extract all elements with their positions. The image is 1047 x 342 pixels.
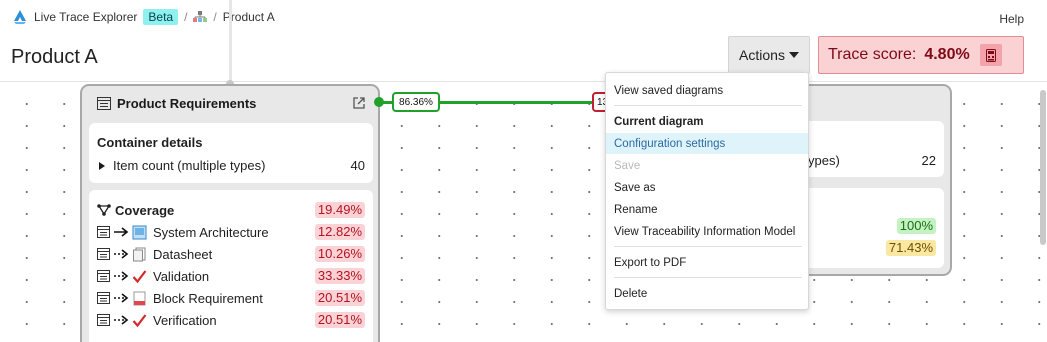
menu-item-configuration-settings[interactable]: Configuration settings bbox=[606, 133, 808, 154]
coverage-row-value: 100% bbox=[896, 218, 936, 234]
actions-menu: View saved diagrams Current diagram Conf… bbox=[605, 72, 809, 310]
caret-down-icon bbox=[788, 52, 799, 58]
top-bar: Live Trace Explorer Beta / / Product A H… bbox=[0, 0, 1047, 36]
help-link[interactable]: Help bbox=[999, 12, 1024, 26]
actions-button[interactable]: Actions bbox=[728, 36, 810, 74]
actions-label: Actions bbox=[739, 47, 785, 63]
app-name[interactable]: Live Trace Explorer bbox=[34, 10, 137, 24]
item-count-value: 22 bbox=[921, 153, 936, 168]
vertical-scrollbar[interactable] bbox=[1040, 90, 1046, 245]
container-details-panel: Container details Item count (multiple t… bbox=[89, 123, 373, 183]
coverage-row-label: Block Requirement bbox=[153, 290, 263, 306]
dashed-arrow-right-icon bbox=[114, 315, 129, 325]
coverage-row-label: Validation bbox=[153, 268, 210, 284]
trace-link-handle[interactable] bbox=[374, 97, 384, 107]
coverage-row-label: Verification bbox=[153, 312, 217, 328]
arrow-right-icon bbox=[114, 227, 129, 237]
menu-divider bbox=[614, 246, 802, 247]
calculator-button[interactable] bbox=[979, 44, 1002, 66]
block-requirement-icon bbox=[133, 291, 146, 305]
card-title: Product Requirements bbox=[117, 95, 257, 111]
coverage-network-icon bbox=[97, 204, 111, 216]
coverage-row[interactable]: Validation 33.33% bbox=[97, 267, 365, 285]
menu-item-rename[interactable]: Rename bbox=[606, 199, 808, 220]
menu-item-view-traceability-information-model[interactable]: View Traceability Information Model bbox=[606, 221, 808, 242]
breadcrumb-separator: / bbox=[213, 10, 217, 24]
coverage-value: 19.49% bbox=[314, 202, 365, 218]
coverage-row-label: System Architecture bbox=[153, 224, 269, 240]
datasheet-icon bbox=[133, 247, 146, 261]
menu-divider bbox=[614, 277, 802, 278]
app-logo-icon bbox=[14, 10, 26, 24]
architecture-icon bbox=[132, 225, 147, 239]
trace-score-value: 4.80% bbox=[924, 46, 970, 63]
breadcrumb-separator: / bbox=[184, 10, 188, 24]
container-icon bbox=[97, 248, 110, 260]
calculator-icon bbox=[985, 48, 996, 62]
menu-item-save-as[interactable]: Save as bbox=[606, 177, 808, 198]
coverage-row-value: 33.33% bbox=[314, 268, 365, 284]
item-count-row[interactable]: Item count (multiple types) 40 bbox=[97, 158, 365, 173]
check-icon bbox=[132, 269, 147, 283]
menu-item-save: Save bbox=[614, 159, 641, 172]
page-title: Product A bbox=[11, 46, 98, 68]
container-details-title: Container details bbox=[97, 135, 203, 150]
connector-line-vertical bbox=[229, 0, 232, 86]
item-count-label: ypes) bbox=[808, 153, 840, 168]
coverage-row-value: 10.26% bbox=[314, 246, 365, 262]
beta-badge: Beta bbox=[143, 9, 179, 25]
dashed-arrow-right-icon bbox=[114, 249, 129, 259]
coverage-row[interactable]: Verification 20.51% bbox=[97, 311, 365, 329]
coverage-panel: Coverage 19.49% System Architecture 12.8… bbox=[89, 190, 373, 342]
container-icon bbox=[97, 292, 110, 304]
menu-item-view-saved-diagrams[interactable]: View saved diagrams bbox=[606, 80, 808, 101]
container-card-product-requirements[interactable]: Product Requirements Container details I… bbox=[80, 84, 380, 342]
container-icon bbox=[97, 226, 110, 238]
dashed-arrow-right-icon bbox=[114, 271, 129, 281]
coverage-row-value: 20.51% bbox=[314, 290, 365, 306]
container-icon bbox=[97, 270, 110, 282]
trace-score-panel: Trace score: 4.80% bbox=[818, 36, 1024, 74]
expand-triangle-icon[interactable] bbox=[99, 161, 105, 170]
coverage-row-value: 71.43% bbox=[885, 240, 936, 256]
breadcrumb: Live Trace Explorer Beta / / Product A bbox=[12, 9, 275, 25]
coverage-row[interactable]: System Architecture 12.82% bbox=[97, 223, 365, 241]
menu-divider bbox=[614, 105, 802, 106]
container-icon bbox=[97, 314, 110, 326]
coverage-label: Coverage bbox=[115, 202, 175, 218]
menu-item-export-to-pdf[interactable]: Export to PDF bbox=[606, 252, 808, 273]
item-count-label: Item count (multiple types) bbox=[113, 158, 266, 173]
coverage-row-value: 12.82% bbox=[314, 224, 365, 240]
trace-score-label: Trace score: bbox=[828, 46, 917, 63]
title-bar: Product A Actions Trace score: 4.80% bbox=[0, 36, 1047, 82]
menu-item-delete[interactable]: Delete bbox=[606, 283, 808, 304]
dashed-arrow-right-icon bbox=[114, 293, 129, 303]
coverage-row[interactable]: Block Requirement 20.51% bbox=[97, 289, 365, 307]
coverage-row-value: 20.51% bbox=[314, 312, 365, 328]
project-tree-icon[interactable] bbox=[193, 11, 208, 23]
card-header: Product Requirements bbox=[82, 86, 378, 120]
container-icon bbox=[97, 96, 111, 110]
trace-link-coverage-label[interactable]: 86.36% bbox=[392, 92, 440, 112]
coverage-header: Coverage 19.49% bbox=[97, 202, 365, 218]
coverage-row[interactable]: Datasheet 10.26% bbox=[97, 245, 365, 263]
check-icon bbox=[132, 313, 147, 327]
open-external-icon[interactable] bbox=[352, 96, 366, 110]
item-count-value: 40 bbox=[350, 158, 365, 173]
coverage-row-label: Datasheet bbox=[153, 246, 213, 262]
menu-section-current-diagram: Current diagram bbox=[614, 115, 704, 128]
